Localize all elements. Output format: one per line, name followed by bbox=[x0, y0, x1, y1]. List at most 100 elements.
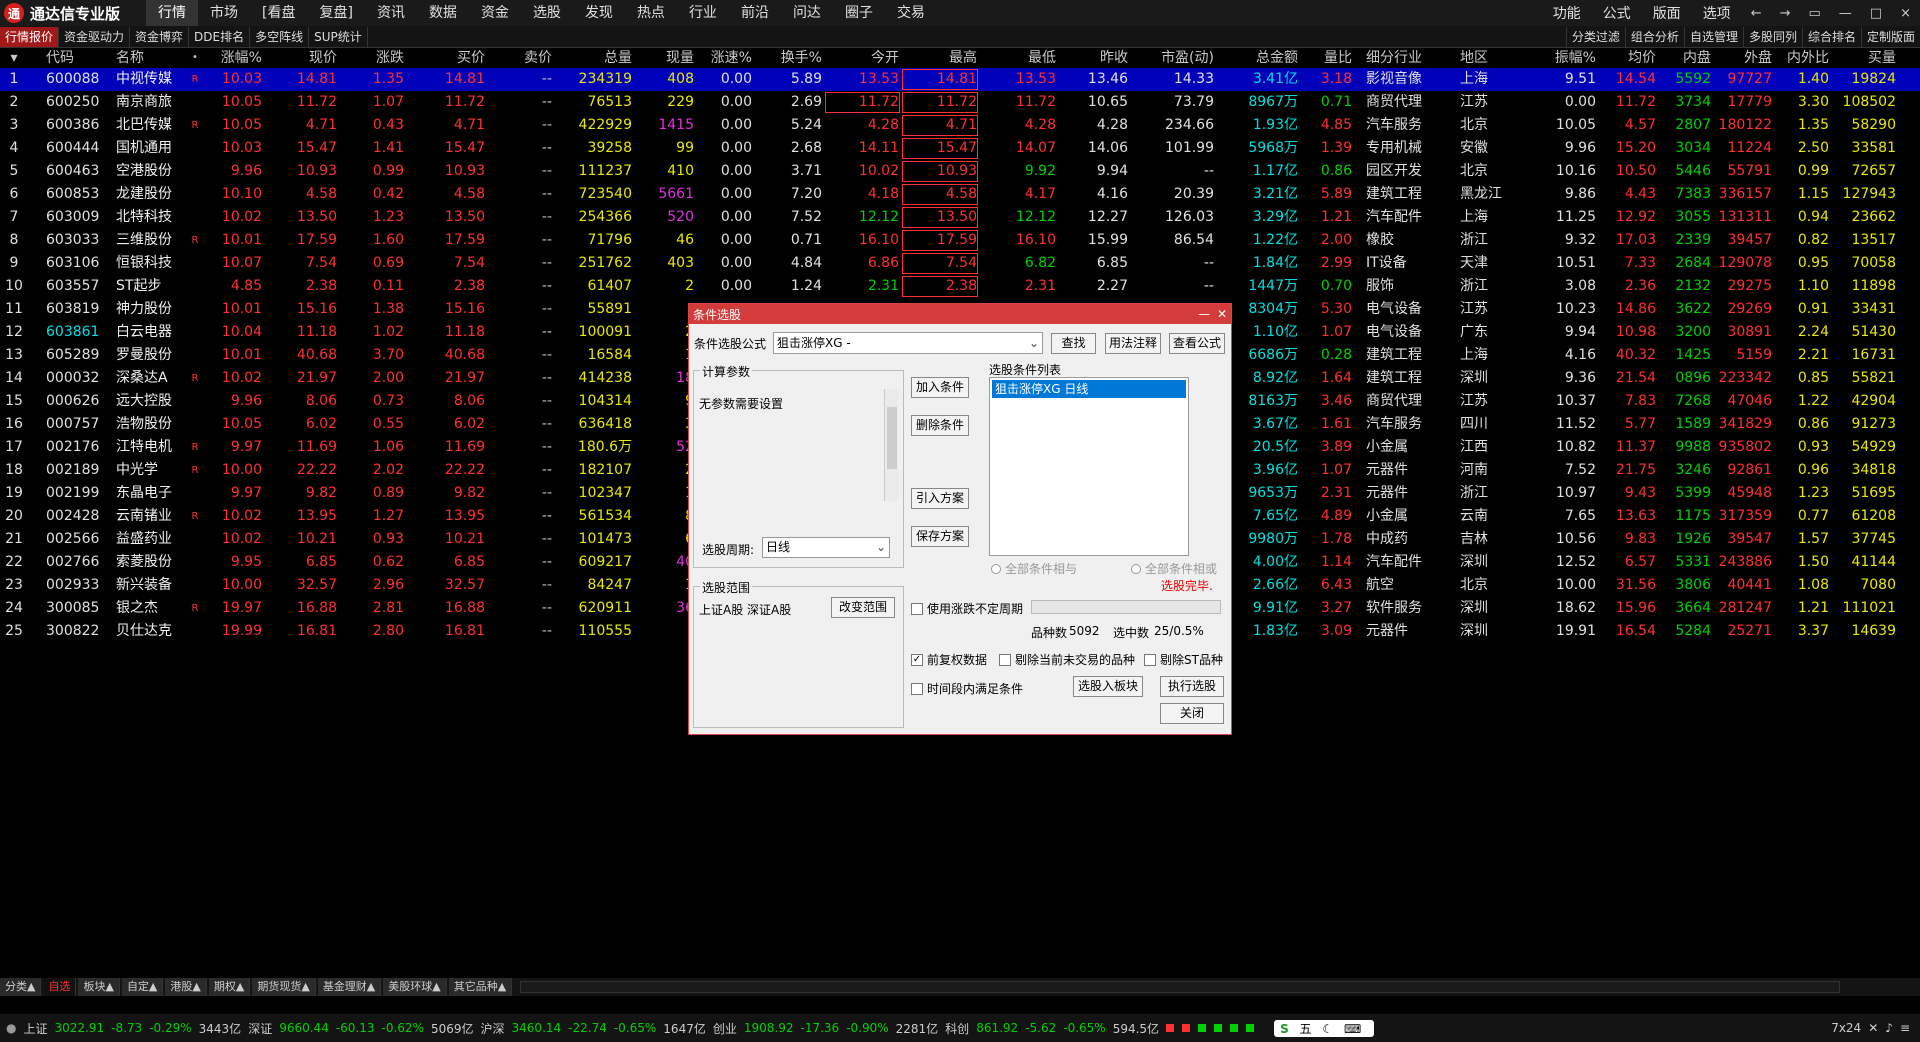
column-header-spd[interactable]: 涨速% bbox=[696, 48, 754, 68]
subtab-left-0[interactable]: 行情报价 bbox=[0, 26, 60, 47]
params-scrollbar[interactable] bbox=[884, 389, 898, 501]
column-header-chg[interactable]: 涨跌 bbox=[339, 48, 406, 68]
category-tab-0[interactable]: 分类▲ bbox=[0, 978, 42, 996]
formula-select[interactable]: 狙击涨停XG - ⌄ bbox=[773, 332, 1043, 354]
condition-list-item[interactable]: 狙击涨停XG 日线 bbox=[992, 380, 1186, 398]
menu-item-12[interactable]: 问达 bbox=[781, 0, 833, 26]
column-header-ask[interactable]: 卖价 bbox=[487, 48, 554, 68]
add-to-block-button[interactable]: 选股入板块 bbox=[1073, 676, 1143, 697]
sort-chevron-icon[interactable]: ▾ bbox=[0, 48, 30, 68]
status-menu-icon[interactable]: ≡ bbox=[1900, 1021, 1910, 1035]
delete-condition-button[interactable]: 删除条件 bbox=[911, 415, 969, 436]
sound-icon[interactable]: ♪ bbox=[1885, 1021, 1893, 1035]
menu-item-1[interactable]: 市场 bbox=[198, 0, 250, 26]
menu-layout[interactable]: 版面 bbox=[1642, 3, 1692, 23]
subtab-right-3[interactable]: 多股同列 bbox=[1742, 26, 1802, 47]
status-info-icon[interactable]: ● bbox=[6, 1021, 16, 1035]
restore-layout-icon[interactable]: ▭ bbox=[1800, 6, 1830, 21]
column-header-bid[interactable]: 买价 bbox=[406, 48, 487, 68]
menu-options[interactable]: 选项 bbox=[1692, 3, 1742, 23]
menu-item-5[interactable]: 数据 bbox=[417, 0, 469, 26]
change-range-button[interactable]: 改变范围 bbox=[831, 597, 895, 618]
column-header-ind[interactable]: 细分行业 bbox=[1354, 48, 1454, 68]
save-plan-button[interactable]: 保存方案 bbox=[911, 526, 969, 547]
menu-item-6[interactable]: 资金 bbox=[469, 0, 521, 26]
add-condition-button[interactable]: 加入条件 bbox=[911, 377, 969, 398]
column-header-pct[interactable]: 涨幅% bbox=[207, 48, 264, 68]
subtab-right-0[interactable]: 分类过滤 bbox=[1565, 26, 1625, 47]
find-button[interactable]: 查找 bbox=[1051, 333, 1096, 354]
table-row[interactable]: 9 603106 恒银科技 10.07 7.54 0.69 7.54 -- 251762 403 0… bbox=[0, 252, 1920, 275]
column-header-out[interactable]: 外盘 bbox=[1713, 48, 1774, 68]
forward-arrow-icon[interactable]: → bbox=[1771, 6, 1800, 21]
subtab-left-5[interactable]: SUP统计 bbox=[309, 26, 368, 47]
import-plan-button[interactable]: 引入方案 bbox=[911, 488, 969, 509]
column-header-io[interactable]: 内外比 bbox=[1774, 48, 1831, 68]
table-row[interactable]: 3 600386 北巴传媒 R 10.05 4.71 0.43 4.71 -- 422929 141… bbox=[0, 114, 1920, 137]
close-icon[interactable]: × bbox=[1891, 6, 1920, 21]
ime-toolbar[interactable]: S 五 ☾ ⌨ bbox=[1274, 1019, 1375, 1037]
menu-item-11[interactable]: 前沿 bbox=[729, 0, 781, 26]
subtab-right-4[interactable]: 综合排名 bbox=[1801, 26, 1861, 47]
tools-icon[interactable]: ✕ bbox=[1868, 1021, 1878, 1035]
table-row[interactable]: 4 600444 国机通用 10.03 15.47 1.41 15.47 -- 39258 99 0… bbox=[0, 137, 1920, 160]
column-header-prev[interactable]: 昨收 bbox=[1058, 48, 1130, 68]
column-header-pe[interactable]: 市盈(动) bbox=[1130, 48, 1216, 68]
column-header-code[interactable]: 代码 bbox=[30, 48, 107, 68]
subtab-right-2[interactable]: 自选管理 bbox=[1683, 26, 1743, 47]
category-tab-3[interactable]: 自定▲ bbox=[121, 978, 164, 996]
menu-item-4[interactable]: 资讯 bbox=[365, 0, 417, 26]
maximize-icon[interactable]: □ bbox=[1861, 6, 1891, 21]
chk-time-range[interactable]: 时间段内满足条件 bbox=[911, 680, 1023, 697]
chk-uncertain-period[interactable]: 使用涨跌不定周期 bbox=[911, 600, 1023, 617]
column-header-in[interactable]: 内盘 bbox=[1658, 48, 1713, 68]
table-row[interactable]: 5 600463 空港股份 9.96 10.93 0.99 10.93 -- 111237 410… bbox=[0, 160, 1920, 183]
column-header-amt[interactable]: 总金额 bbox=[1216, 48, 1300, 68]
column-header-high[interactable]: 最高 bbox=[901, 48, 979, 68]
subtab-left-1[interactable]: 资金驱动力 bbox=[59, 26, 131, 47]
column-header-price[interactable]: 现价 bbox=[264, 48, 339, 68]
dialog-close-icon[interactable]: ✕ bbox=[1213, 307, 1231, 321]
close-dialog-button[interactable]: 关闭 bbox=[1160, 703, 1224, 724]
menu-formula[interactable]: 公式 bbox=[1592, 3, 1642, 23]
subtab-right-1[interactable]: 组合分析 bbox=[1624, 26, 1684, 47]
menu-item-9[interactable]: 热点 bbox=[625, 0, 677, 26]
chk-fuquan[interactable]: ✓ 前复权数据 bbox=[911, 651, 987, 668]
category-tab-9[interactable]: 其它品种▲ bbox=[448, 978, 513, 996]
column-header-vol[interactable]: 总量 bbox=[554, 48, 634, 68]
chk-remove-st[interactable]: 剔除ST品种 bbox=[1144, 651, 1223, 668]
category-tab-1[interactable]: 自选 bbox=[43, 978, 77, 996]
minimize-icon[interactable]: — bbox=[1830, 6, 1861, 21]
column-header-name[interactable]: 名称 bbox=[107, 48, 185, 68]
radio-all-and[interactable]: 全部条件相与 bbox=[991, 560, 1077, 577]
category-tab-7[interactable]: 基金理财▲ bbox=[317, 978, 382, 996]
radio-all-or[interactable]: 全部条件相或 bbox=[1131, 560, 1217, 577]
category-tab-5[interactable]: 期权▲ bbox=[208, 978, 251, 996]
category-tab-2[interactable]: 板块▲ bbox=[78, 978, 120, 996]
column-header-vr[interactable]: 量比 bbox=[1300, 48, 1354, 68]
execute-pick-button[interactable]: 执行选股 bbox=[1160, 676, 1224, 697]
table-row[interactable]: 10 603557 ST起步 4.85 2.38 0.11 2.38 -- 61407 2 0.00… bbox=[0, 275, 1920, 298]
column-header-amp[interactable]: 振幅% bbox=[1534, 48, 1598, 68]
column-header-reg[interactable]: 地区 bbox=[1454, 48, 1534, 68]
subtab-right-5[interactable]: 定制版面 bbox=[1860, 26, 1920, 47]
usage-note-button[interactable]: 用法注释 bbox=[1105, 333, 1161, 354]
subtab-left-3[interactable]: DDE排名 bbox=[189, 26, 251, 47]
condition-list[interactable]: 狙击涨停XG 日线 bbox=[989, 377, 1189, 556]
column-header-open[interactable]: 今开 bbox=[824, 48, 901, 68]
horizontal-scrollbar[interactable] bbox=[520, 981, 1841, 993]
period-select[interactable]: 日线 ⌄ bbox=[762, 537, 890, 558]
column-header-avg[interactable]: 均价 bbox=[1598, 48, 1658, 68]
menu-item-14[interactable]: 交易 bbox=[885, 0, 937, 26]
column-header-turn[interactable]: 换手% bbox=[754, 48, 824, 68]
table-row[interactable]: 2 600250 南京商旅 10.05 11.72 1.07 11.72 -- 76513 229… bbox=[0, 91, 1920, 114]
view-formula-button[interactable]: 查看公式 bbox=[1169, 333, 1225, 354]
menu-item-13[interactable]: 圈子 bbox=[833, 0, 885, 26]
column-header-cur[interactable]: 现量 bbox=[634, 48, 696, 68]
back-arrow-icon[interactable]: ← bbox=[1742, 6, 1771, 21]
column-header-low[interactable]: 最低 bbox=[979, 48, 1058, 68]
table-row[interactable]: 8 603033 三维股份 R 10.01 17.59 1.60 17.59 -- 71796 46… bbox=[0, 229, 1920, 252]
category-tab-6[interactable]: 期货现货▲ bbox=[252, 978, 316, 996]
menu-function[interactable]: 功能 bbox=[1542, 3, 1592, 23]
column-header-buy[interactable]: 买量 bbox=[1831, 48, 1898, 68]
